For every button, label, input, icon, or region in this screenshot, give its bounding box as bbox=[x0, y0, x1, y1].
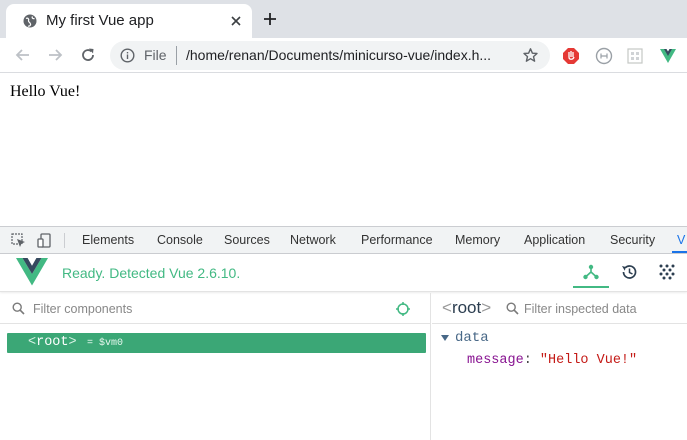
bookmark-star-icon[interactable] bbox=[522, 47, 539, 64]
device-toolbar-icon[interactable] bbox=[37, 233, 52, 248]
select-component-target-icon[interactable] bbox=[395, 301, 411, 317]
inspector-header: <root> bbox=[432, 293, 687, 324]
component-tree-icon bbox=[583, 264, 599, 280]
components-pane: <root> = $vm0 bbox=[0, 293, 431, 440]
browser-tab[interactable]: My first Vue app bbox=[6, 4, 252, 38]
tab-strip: My first Vue app bbox=[0, 0, 687, 38]
tab-elements[interactable]: Elements bbox=[82, 233, 134, 247]
search-icon bbox=[12, 302, 25, 315]
history-icon bbox=[622, 265, 637, 279]
property-colon: : bbox=[523, 353, 540, 368]
vue-logo-icon bbox=[16, 258, 48, 286]
dots-grid-icon bbox=[659, 264, 675, 280]
data-section-title: data bbox=[455, 330, 489, 346]
tab-network[interactable]: Network bbox=[290, 233, 336, 247]
close-tab-icon[interactable] bbox=[228, 13, 244, 29]
tab-title: My first Vue app bbox=[46, 12, 154, 29]
inspected-component-name: <root> bbox=[442, 298, 492, 317]
components-filter-row bbox=[0, 293, 431, 324]
data-property-row[interactable]: message: "Hello Vue!" bbox=[467, 353, 637, 368]
tab-performance[interactable]: Performance bbox=[361, 233, 433, 247]
extension-circle-icon[interactable] bbox=[595, 47, 613, 65]
tab-console[interactable]: Console bbox=[157, 233, 203, 247]
block-ads-icon[interactable] bbox=[562, 47, 580, 65]
caret-down-icon bbox=[441, 335, 449, 341]
devtools-tabbar: Elements Console Sources Network Perform… bbox=[0, 227, 687, 254]
hello-message: Hello Vue! bbox=[10, 83, 81, 100]
tab-vue[interactable]: V bbox=[677, 233, 685, 247]
root-component-name: root bbox=[36, 335, 69, 350]
forward-arrow-icon[interactable] bbox=[46, 46, 64, 64]
url-text[interactable]: /home/renan/Documents/minicurso-vue/inde… bbox=[186, 47, 516, 63]
extension-grid-icon[interactable] bbox=[626, 47, 644, 65]
search-icon bbox=[506, 302, 519, 315]
page-content: Hello Vue! bbox=[0, 73, 687, 226]
filter-inspected-data-input[interactable] bbox=[524, 300, 682, 318]
devtools-panel: Elements Console Sources Network Perform… bbox=[0, 226, 687, 440]
tab-memory[interactable]: Memory bbox=[455, 233, 500, 247]
property-value[interactable]: "Hello Vue!" bbox=[540, 353, 637, 368]
scheme-label: File bbox=[144, 47, 167, 63]
component-tree-row-root[interactable]: <root> = $vm0 bbox=[7, 333, 426, 353]
history-tab-button[interactable] bbox=[611, 258, 647, 288]
root-component-tag: <root> bbox=[28, 335, 77, 350]
inspector-pane: <root> data message: "Hello Vue!" bbox=[432, 293, 687, 440]
inspect-element-icon[interactable] bbox=[11, 233, 26, 248]
property-key: message bbox=[467, 353, 524, 368]
vm-reference-label: = $vm0 bbox=[87, 338, 124, 349]
tab-application[interactable]: Application bbox=[524, 233, 585, 247]
components-tab-button[interactable] bbox=[573, 258, 609, 288]
devtools-divider bbox=[64, 233, 65, 248]
vuex-tab-button[interactable] bbox=[649, 258, 685, 288]
tab-security[interactable]: Security bbox=[610, 233, 655, 247]
vue-status-message: Ready. Detected Vue 2.6.10. bbox=[62, 265, 241, 281]
vue-devtools-header: Ready. Detected Vue 2.6.10. bbox=[0, 254, 687, 292]
browser-toolbar: File /home/renan/Documents/minicurso-vue… bbox=[0, 38, 687, 73]
back-arrow-icon[interactable] bbox=[14, 46, 32, 64]
globe-icon bbox=[23, 14, 37, 28]
filter-components-input[interactable] bbox=[33, 300, 373, 318]
reload-icon[interactable] bbox=[79, 46, 97, 64]
tab-sources[interactable]: Sources bbox=[224, 233, 270, 247]
info-icon[interactable] bbox=[120, 48, 135, 63]
address-divider bbox=[176, 46, 177, 65]
address-bar[interactable]: File /home/renan/Documents/minicurso-vue… bbox=[110, 41, 550, 70]
vue-devtools-icon[interactable] bbox=[659, 47, 677, 65]
active-tab-indicator bbox=[672, 251, 687, 253]
new-tab-icon[interactable] bbox=[262, 11, 278, 27]
